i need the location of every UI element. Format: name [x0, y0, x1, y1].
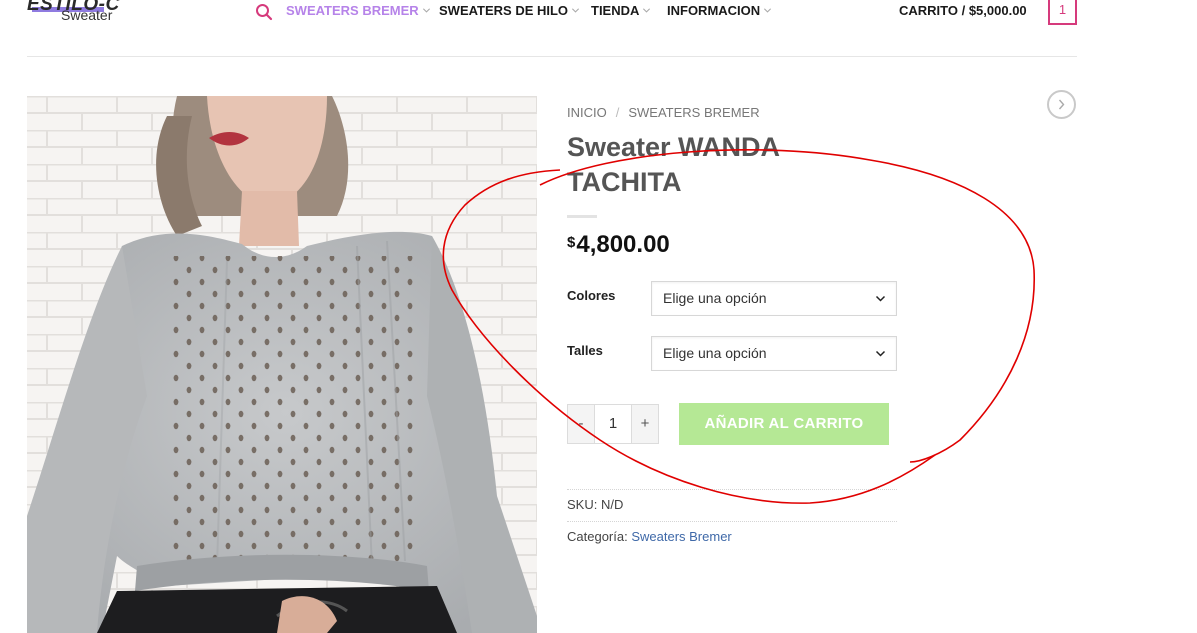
attribute-label-talles: Talles	[567, 343, 603, 358]
chevron-down-icon	[643, 8, 651, 13]
sku-label: SKU:	[567, 497, 598, 512]
nav-sweaters-de-hilo[interactable]: SWEATERS DE HILO	[439, 3, 580, 18]
breadcrumb-separator: /	[615, 105, 620, 120]
quantity-minus-button[interactable]: -	[568, 405, 594, 443]
sku-value: N/D	[600, 497, 624, 512]
category-label: Categoría:	[567, 529, 628, 544]
chevron-down-icon	[572, 8, 580, 13]
breadcrumb-home[interactable]: INICIO	[567, 105, 607, 120]
chevron-down-icon	[764, 8, 772, 13]
meta-divider	[567, 521, 897, 522]
select-value: Elige una opción	[663, 290, 767, 306]
currency-symbol: $	[567, 234, 576, 251]
category-row: Categoría: Sweaters Bremer	[567, 529, 732, 544]
quantity-input[interactable]: 1	[594, 405, 632, 443]
nav-label: TIENDA	[591, 3, 640, 18]
category-link[interactable]: Sweaters Bremer	[631, 529, 731, 544]
product-price: $4,800.00	[567, 231, 670, 259]
search-icon[interactable]	[255, 3, 273, 21]
cart-link[interactable]: CARRITO / $5,000.00	[899, 3, 1027, 18]
talles-select[interactable]: Elige una opción	[651, 336, 897, 371]
select-value: Elige una opción	[663, 345, 767, 361]
site-logo[interactable]: ESTILO-C Sweater	[27, 0, 127, 28]
chevron-down-icon	[875, 295, 886, 302]
nav-label: SWEATERS DE HILO	[439, 3, 569, 18]
sku-row: SKU: N/D	[567, 497, 623, 512]
quantity-stepper: - 1 +	[567, 404, 659, 444]
chevron-right-icon	[1058, 99, 1065, 110]
price-amount: 4,800.00	[576, 231, 670, 258]
breadcrumb: INICIO / SWEATERS BREMER	[567, 105, 760, 120]
nav-informacion[interactable]: INFORMACION	[667, 3, 772, 18]
product-image[interactable]	[27, 96, 537, 633]
quantity-plus-button[interactable]: +	[632, 405, 658, 443]
header-divider	[27, 56, 1077, 57]
chevron-down-icon	[875, 350, 886, 357]
next-product-button[interactable]	[1047, 90, 1076, 119]
nav-tienda[interactable]: TIENDA	[591, 3, 651, 18]
nav-sweaters-bremer[interactable]: SWEATERS BREMER	[286, 3, 431, 18]
nav-label: SWEATERS BREMER	[286, 3, 419, 18]
product-photo	[27, 96, 537, 633]
chevron-down-icon	[422, 8, 430, 13]
add-to-cart-button[interactable]: AÑADIR AL CARRITO	[679, 403, 889, 445]
breadcrumb-category[interactable]: SWEATERS BREMER	[628, 105, 759, 120]
cart-count-badge[interactable]: 1	[1048, 0, 1077, 25]
meta-divider	[567, 489, 897, 490]
nav-label: INFORMACION	[667, 3, 761, 18]
product-title: Sweater WANDA TACHITA	[567, 132, 780, 197]
logo-subtitle: Sweater	[61, 7, 113, 23]
title-divider	[567, 215, 597, 218]
attribute-label-colores: Colores	[567, 288, 616, 303]
colores-select[interactable]: Elige una opción	[651, 281, 897, 316]
